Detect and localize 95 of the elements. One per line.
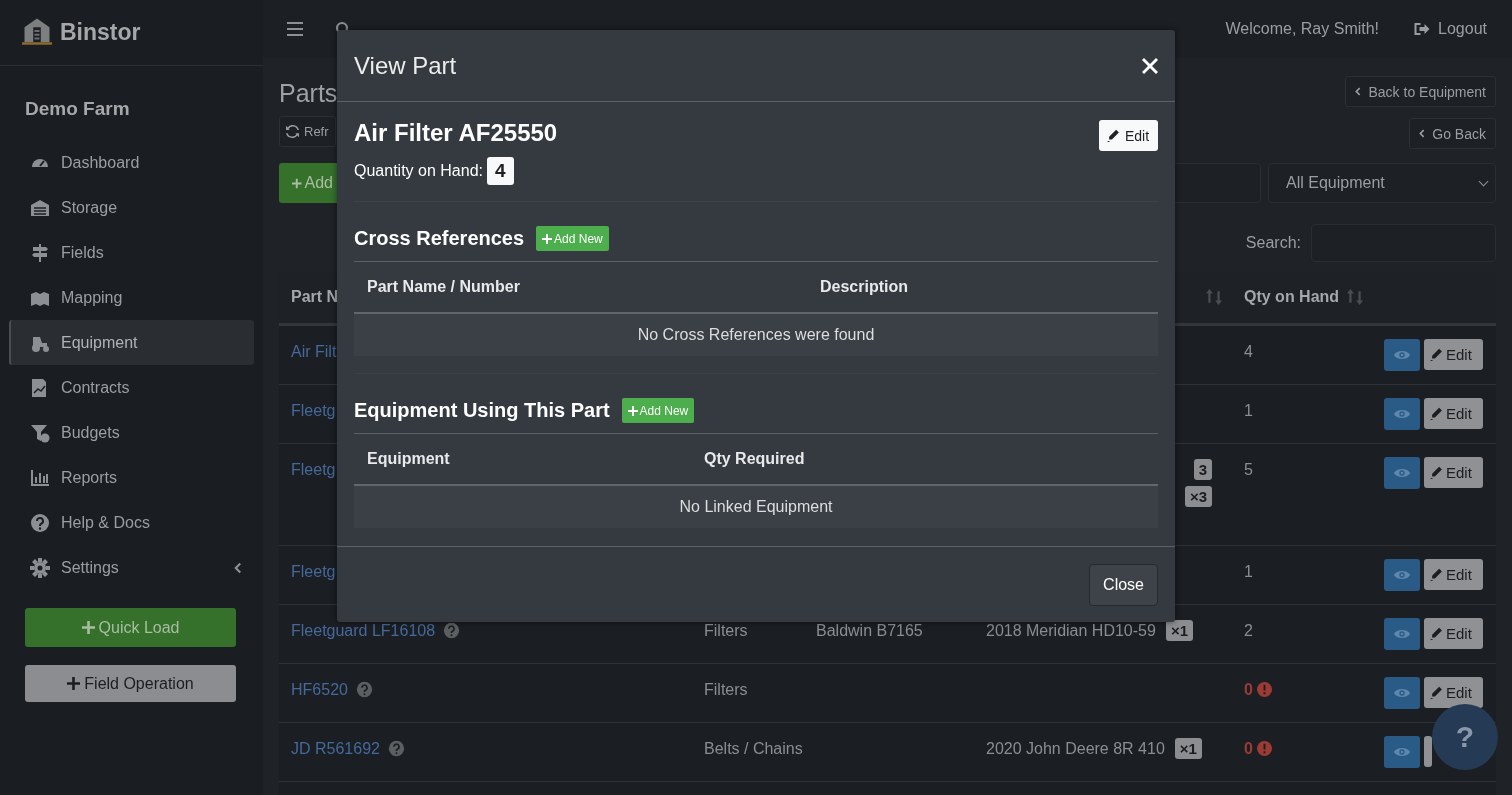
table-cell: 2020 John Deere 8R 410: [986, 739, 1165, 758]
equipment-select[interactable]: All Equipment: [1268, 163, 1496, 203]
column-header: Part Name / Number: [367, 278, 521, 296]
view-button[interactable]: [1384, 736, 1420, 768]
dialog-title: View Part: [354, 51, 457, 80]
quantity: 4: [1244, 343, 1253, 361]
close-icon: [1142, 57, 1158, 74]
farm-name: Demo Farm: [24, 97, 131, 121]
nav-item[interactable]: Budgets: [9, 410, 254, 455]
column-header[interactable]: Part N: [291, 288, 339, 306]
quantity-badge: 4: [486, 157, 514, 185]
nav-item[interactable]: Reports: [9, 455, 254, 500]
edit-button[interactable]: Edit: [1424, 559, 1483, 590]
silo-logo-icon: [22, 16, 52, 45]
edit-button[interactable]: Edit: [1099, 120, 1158, 151]
part-name: Air Filter AF25550: [354, 118, 558, 148]
edit-button[interactable]: Edit: [1424, 398, 1483, 429]
page-title: Parts: [279, 78, 338, 109]
warning-icon: [1256, 682, 1272, 697]
help-icon: [29, 512, 51, 533]
column-header: Equipment: [367, 450, 451, 468]
section-title: Equipment Using This Part: [354, 399, 610, 422]
warehouse-icon: [29, 197, 51, 218]
view-button[interactable]: [1384, 677, 1420, 709]
quantity-label: Quantity on Hand:: [354, 162, 483, 180]
quantity: 2: [1244, 622, 1253, 640]
edit-button[interactable]: Edit: [1424, 677, 1483, 708]
nav-item[interactable]: Contracts: [9, 365, 254, 410]
table-cell: 2018 Meridian HD10-59: [986, 621, 1156, 640]
view-button[interactable]: [1384, 339, 1420, 371]
view-button[interactable]: [1384, 457, 1420, 489]
edit-button[interactable]: [1424, 736, 1432, 767]
chevron-icon: [1419, 129, 1426, 138]
edit-button[interactable]: Edit: [1424, 339, 1483, 370]
settings-icon: [29, 557, 51, 578]
plus-icon: [67, 677, 81, 690]
view-button[interactable]: [1384, 618, 1420, 650]
pencil-icon: [1430, 567, 1444, 582]
column-header: Qty Required: [704, 450, 806, 468]
table-cell: Filters: [704, 622, 748, 640]
warning-icon: [1256, 741, 1272, 756]
quantity: 0: [1244, 740, 1253, 758]
menu-icon: [287, 21, 303, 37]
view-button[interactable]: [1384, 398, 1420, 430]
nav-item[interactable]: Storage: [9, 185, 254, 230]
empty-message: No Linked Equipment: [679, 498, 833, 516]
refresh-button[interactable]: Refr: [279, 116, 336, 147]
nav-item[interactable]: Dashboard: [9, 140, 254, 185]
column-header: Description: [820, 278, 909, 296]
nav-item[interactable]: Fields: [9, 230, 254, 275]
bar-chart-icon: [29, 467, 51, 488]
go-back-button[interactable]: Go Back: [1409, 118, 1496, 149]
nav-item[interactable]: Mapping: [9, 275, 254, 320]
pencil-icon: [1107, 128, 1121, 143]
quantity: 5: [1244, 461, 1253, 479]
refresh-icon: [286, 125, 299, 138]
edit-button[interactable]: Edit: [1424, 457, 1483, 488]
nav-item[interactable]: Settings: [9, 545, 254, 590]
column-header[interactable]: Qty on Hand: [1244, 288, 1340, 306]
field-operation-button[interactable]: Field Operation: [25, 665, 236, 702]
nav-item[interactable]: Help & Docs: [9, 500, 254, 545]
back-button[interactable]: Back to Equipment: [1345, 76, 1496, 107]
pencil-icon: [1430, 465, 1444, 480]
close-button[interactable]: Close: [1089, 563, 1158, 606]
table-cell: Baldwin B7165: [816, 622, 923, 640]
nav-item[interactable]: Equipment: [9, 320, 254, 365]
count-badge: ×1: [1165, 620, 1193, 641]
quantity: 0: [1244, 681, 1253, 699]
chevron-icon: [1355, 87, 1362, 96]
plus-icon: [81, 621, 95, 634]
plus-icon: [542, 233, 553, 244]
brand-name: Binstor: [60, 19, 141, 46]
count-badge: ×1: [1174, 738, 1202, 759]
table-cell: Belts / Chains: [704, 740, 803, 758]
logout-icon: [1413, 21, 1431, 37]
pencil-icon: [1430, 626, 1444, 641]
quantity: 1: [1244, 402, 1253, 420]
section-title: Cross References: [354, 227, 525, 250]
welcome-text: Welcome, Ray Smith!: [1225, 20, 1380, 38]
logout-link[interactable]: Logout: [1413, 20, 1487, 38]
count-badge: 3: [1193, 459, 1212, 480]
count-badge: ×3: [1184, 486, 1212, 507]
edit-button[interactable]: Edit: [1424, 618, 1483, 649]
pencil-icon: [1430, 685, 1444, 700]
pencil-icon: [1430, 347, 1444, 362]
plus-icon: [292, 176, 302, 190]
search-label: Search:: [1245, 234, 1301, 252]
empty-message: No Cross References were found: [637, 326, 875, 344]
funnel-icon: [29, 422, 51, 443]
plus-icon: [627, 405, 638, 416]
close-button[interactable]: [1142, 57, 1158, 74]
pencil-icon: [1430, 406, 1444, 421]
view-button[interactable]: [1384, 559, 1420, 591]
quantity: 1: [1244, 563, 1253, 581]
table-cell: Filters: [704, 681, 748, 699]
